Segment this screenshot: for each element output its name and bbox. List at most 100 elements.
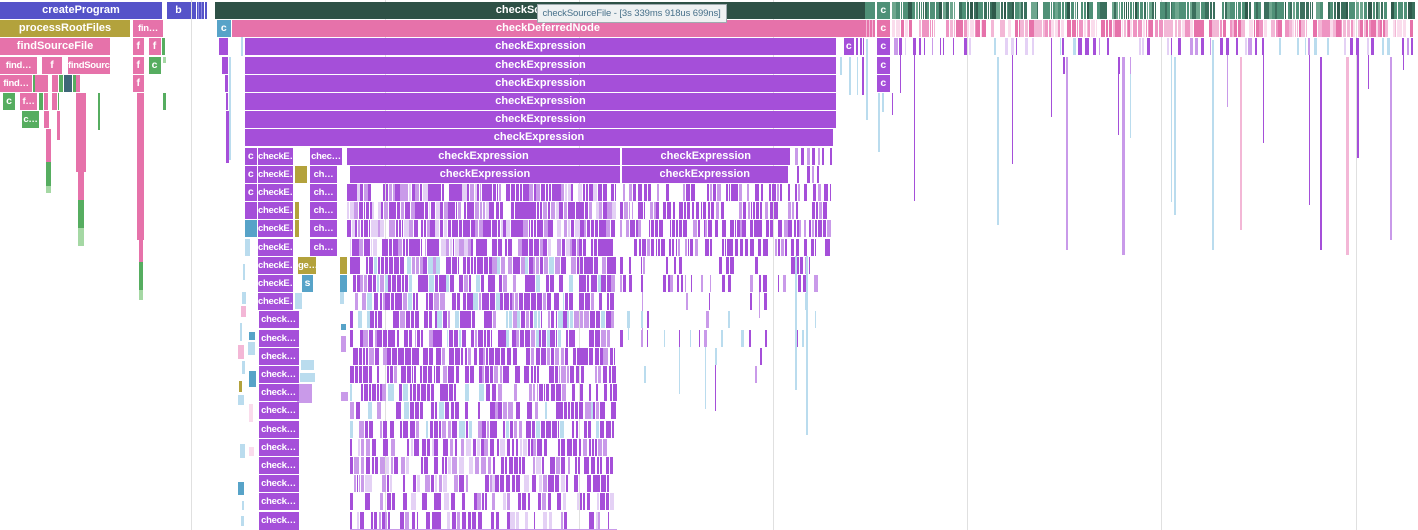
frame-c[interactable]: c… bbox=[22, 111, 39, 128]
frame-stripe[interactable] bbox=[1264, 20, 1267, 37]
frame-stripe[interactable] bbox=[400, 311, 404, 328]
frame-stripe[interactable] bbox=[539, 384, 543, 401]
frame-stripe[interactable] bbox=[444, 202, 448, 219]
frame-drip[interactable] bbox=[78, 228, 84, 246]
frame-stripe[interactable] bbox=[612, 202, 616, 219]
frame-stripe[interactable] bbox=[488, 184, 492, 201]
frame-stripe[interactable] bbox=[359, 348, 362, 365]
frame[interactable] bbox=[340, 257, 348, 274]
frame-stripe[interactable] bbox=[1034, 20, 1037, 37]
frame-stripe[interactable] bbox=[1285, 20, 1288, 37]
frame-stripe[interactable] bbox=[454, 384, 456, 401]
frame-stripe[interactable] bbox=[462, 493, 465, 510]
frame-stripe[interactable] bbox=[1140, 2, 1143, 19]
frame-stripe[interactable] bbox=[661, 239, 665, 256]
frame-drip[interactable] bbox=[98, 93, 101, 130]
frame-stripe[interactable] bbox=[772, 184, 775, 201]
frame-stripe[interactable] bbox=[728, 275, 731, 292]
frame-stripe[interactable] bbox=[817, 166, 819, 183]
frame-stripe[interactable] bbox=[1032, 38, 1034, 55]
frame-stripe[interactable] bbox=[796, 202, 799, 219]
frame-stripe[interactable] bbox=[899, 38, 902, 55]
frame-stripe[interactable] bbox=[620, 275, 622, 292]
frame-stripe[interactable] bbox=[355, 257, 360, 274]
frame-stripe[interactable] bbox=[466, 311, 471, 328]
frame-stripe[interactable] bbox=[686, 184, 690, 201]
frame-stripe[interactable] bbox=[390, 384, 393, 401]
frame-stripe[interactable] bbox=[755, 257, 758, 274]
frame-stripe[interactable] bbox=[807, 166, 810, 183]
frame-stripe[interactable] bbox=[375, 457, 379, 474]
frame-stripe[interactable] bbox=[361, 439, 364, 456]
frame-stripe[interactable] bbox=[519, 220, 522, 237]
frame-stripe[interactable] bbox=[556, 457, 560, 474]
frame-stripe[interactable] bbox=[440, 293, 445, 310]
frame-stripe[interactable] bbox=[534, 512, 536, 529]
frame-check[interactable]: check… bbox=[259, 330, 299, 347]
frame-stripe[interactable] bbox=[747, 184, 748, 201]
frame-stripe[interactable] bbox=[603, 366, 608, 383]
frame-stripe[interactable] bbox=[435, 220, 439, 237]
frame-drip[interactable] bbox=[1346, 57, 1349, 255]
frame-stripe[interactable] bbox=[950, 2, 954, 19]
frame-stripe[interactable] bbox=[592, 439, 594, 456]
frame-stripe[interactable] bbox=[823, 220, 826, 237]
frame-stripe[interactable] bbox=[428, 184, 431, 201]
frame-stripe[interactable] bbox=[610, 348, 613, 365]
frame-stripe[interactable] bbox=[518, 239, 522, 256]
frame-stripe[interactable] bbox=[596, 402, 599, 419]
frame[interactable] bbox=[162, 38, 165, 55]
frame-stripe[interactable] bbox=[519, 421, 522, 438]
frame-stripe[interactable] bbox=[350, 384, 352, 401]
frame-stripe[interactable] bbox=[681, 275, 683, 292]
frame-stripe[interactable] bbox=[1071, 2, 1074, 19]
frame-stripe[interactable] bbox=[763, 275, 766, 292]
frame-check[interactable]: check… bbox=[259, 439, 299, 456]
frame-stripe[interactable] bbox=[382, 384, 386, 401]
frame-stripe[interactable] bbox=[341, 324, 346, 330]
frame-stripe[interactable] bbox=[584, 257, 589, 274]
frame-stripe[interactable] bbox=[1336, 20, 1340, 37]
frame-stripe[interactable] bbox=[537, 220, 541, 237]
frame-stripe[interactable] bbox=[548, 220, 553, 237]
frame-stripe[interactable] bbox=[924, 20, 928, 37]
frame-stripe[interactable] bbox=[788, 220, 792, 237]
frame-stripe[interactable] bbox=[516, 475, 520, 492]
frame-stripe[interactable] bbox=[648, 184, 651, 201]
frame-stripe[interactable] bbox=[509, 311, 513, 328]
frame-stripe[interactable] bbox=[1190, 20, 1193, 37]
frame-stripe[interactable] bbox=[571, 257, 576, 274]
frame-stripe[interactable] bbox=[440, 202, 443, 219]
frame-stripe[interactable] bbox=[496, 293, 500, 310]
frame-stripe[interactable] bbox=[412, 512, 415, 529]
frame-stripe[interactable] bbox=[490, 421, 493, 438]
frame-stripe[interactable] bbox=[699, 330, 701, 347]
frame-stripe[interactable] bbox=[439, 421, 441, 438]
frame-stripe[interactable] bbox=[801, 148, 804, 165]
frame-stripe[interactable] bbox=[991, 20, 994, 37]
frame-stripe[interactable] bbox=[692, 202, 695, 219]
frame-stripe[interactable] bbox=[583, 493, 585, 510]
frame-stripe[interactable] bbox=[992, 2, 995, 19]
frame-stripe[interactable] bbox=[655, 220, 657, 237]
frame-stripe[interactable] bbox=[413, 475, 416, 492]
frame-stripe[interactable] bbox=[636, 220, 638, 237]
frame-stripe[interactable] bbox=[436, 257, 440, 274]
frame-stripe[interactable] bbox=[454, 475, 457, 492]
frame-stripe[interactable] bbox=[380, 493, 383, 510]
frame-stripe[interactable] bbox=[759, 275, 761, 292]
frame-stripe[interactable] bbox=[1371, 20, 1375, 37]
frame-stripe[interactable] bbox=[909, 20, 911, 37]
frame-find[interactable]: find… bbox=[0, 57, 37, 74]
frame-stripe[interactable] bbox=[640, 202, 642, 219]
frame-stripe[interactable] bbox=[353, 275, 356, 292]
frame-stripe[interactable] bbox=[488, 457, 492, 474]
frame-stripe[interactable] bbox=[577, 493, 579, 510]
frame-stripe[interactable] bbox=[740, 239, 744, 256]
frame-stripe[interactable] bbox=[683, 220, 687, 237]
frame-stripe[interactable] bbox=[598, 184, 602, 201]
frame-stripe[interactable] bbox=[564, 512, 567, 529]
frame-stripe[interactable] bbox=[521, 202, 525, 219]
frame-stripe[interactable] bbox=[679, 257, 681, 274]
frame-stripe[interactable] bbox=[367, 293, 372, 310]
